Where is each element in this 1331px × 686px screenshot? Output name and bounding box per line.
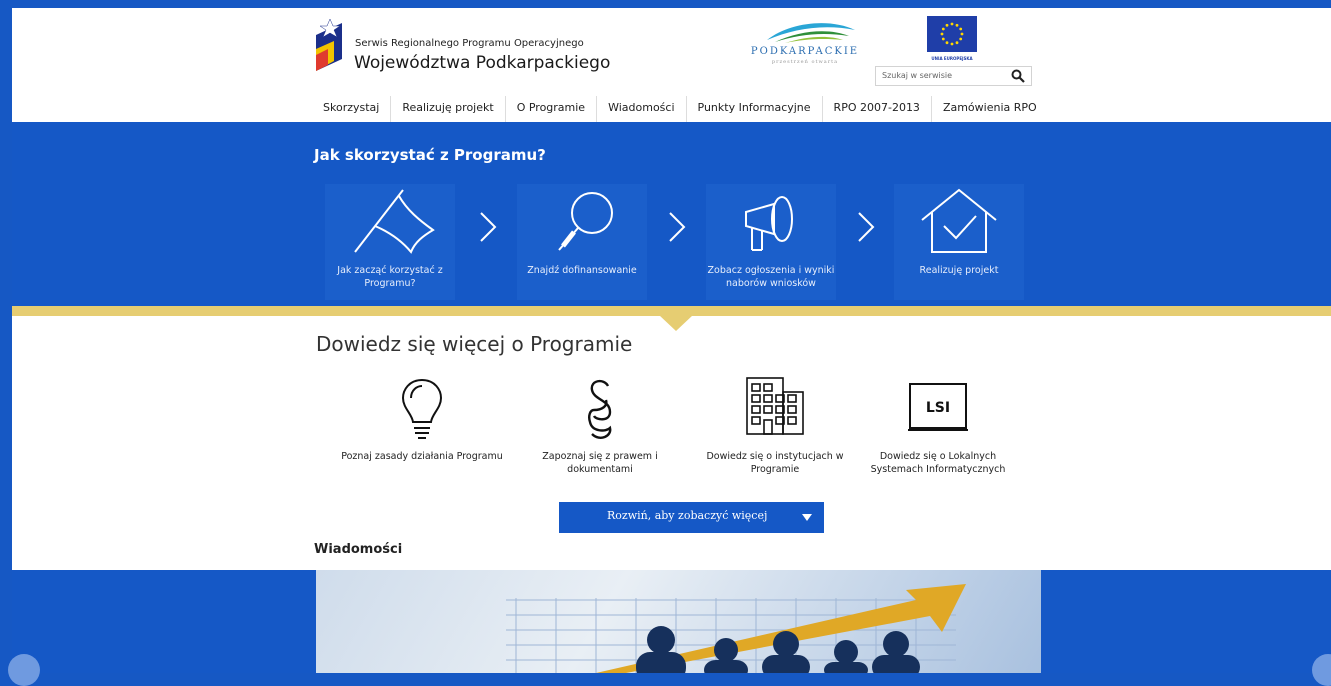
how-to-use-section: Jak skorzystać z Programu? Jak zacząć ko… [12, 122, 1331, 306]
main-nav: Skorzystaj Realizuję projekt O Programie… [312, 96, 1048, 124]
flag-icon [354, 189, 435, 254]
learn-item-lsi[interactable]: LSI Dowiedz się o Lokalnych Systemach In… [853, 376, 1023, 486]
paragraph-icon [588, 379, 612, 439]
nav-item-punkty-informacyjne[interactable]: Punkty Informacyjne [685, 96, 822, 124]
learn-more-title: Dowiedz się więcej o Programie [316, 332, 633, 356]
nav-item-zamowienia-rpo[interactable]: Zamówienia RPO [930, 96, 1048, 124]
step-label: Znajdź dofinansowanie [527, 265, 637, 276]
nav-item-o-programie[interactable]: O Programie [504, 96, 596, 124]
eu-funds-logo-icon [316, 18, 342, 71]
magnifier-icon [558, 192, 613, 251]
step-label: Jak zacząć korzystać z Programu? [337, 265, 443, 289]
chevron-right-icon [480, 212, 497, 242]
podkarpackie-name: PODKARPACKIE [750, 46, 860, 57]
step-label: Realizuję projekt [919, 265, 999, 276]
eu-label: UNIA EUROPEJSKA [931, 56, 973, 61]
podkarpackie-tagline: przestrzeń otwarta [771, 59, 839, 65]
learn-item-law[interactable]: Zapoznaj się z prawem i dokumentami [515, 376, 685, 486]
search-placeholder: Szukaj w serwisie [882, 71, 953, 80]
page: Serwis Regionalnego Programu Operacyjneg… [12, 8, 1331, 673]
podkarpackie-logo[interactable]: PODKARPACKIE przestrzeń otwarta [745, 16, 865, 70]
learn-item-institutions[interactable]: Dowiedz się o instytucjach w Programie [690, 376, 860, 486]
caret-down-icon [802, 514, 812, 521]
learn-label: Zapoznaj się z prawem i dokumentami [542, 451, 658, 475]
podkarpackie-swoosh-icon [767, 23, 855, 43]
expand-label: Rozwiń, aby zobaczyć więcej [607, 509, 768, 522]
nav-item-realizuje-projekt[interactable]: Realizuję projekt [390, 96, 504, 124]
eu-logo[interactable]: UNIA EUROPEJSKA [924, 16, 980, 72]
lightbulb-icon [401, 378, 443, 439]
slider-next-button[interactable] [1312, 654, 1331, 686]
nav-item-rpo-2007-2013[interactable]: RPO 2007-2013 [821, 96, 931, 124]
news-title: Wiadomości [314, 542, 403, 557]
pointer-triangle [659, 315, 693, 331]
eu-flag-icon [927, 16, 977, 52]
building-icon [746, 377, 804, 435]
step-label: Zobacz ogłoszenia i wyniki naborów wnios… [707, 265, 835, 289]
lsi-badge: LSI [925, 400, 951, 416]
step-card-announcements[interactable]: Zobacz ogłoszenia i wyniki naborów wnios… [706, 184, 836, 300]
expand-button[interactable]: Rozwiń, aby zobaczyć więcej [559, 502, 824, 533]
learn-label: Poznaj zasady działania Programu [341, 451, 503, 462]
learn-item-rules[interactable]: Poznaj zasady działania Programu [337, 376, 507, 486]
search-icon[interactable] [1011, 69, 1025, 83]
learn-label: Dowiedz się o Lokalnych Systemach Inform… [870, 451, 1006, 475]
search-input[interactable]: Szukaj w serwisie [875, 66, 1032, 86]
house-check-icon [921, 188, 997, 253]
megaphone-icon [745, 196, 793, 251]
news-slider [12, 570, 1331, 673]
nav-item-skorzystaj[interactable]: Skorzystaj [312, 96, 390, 124]
news-image[interactable] [316, 570, 1041, 673]
chevron-right-icon [858, 212, 875, 242]
section-title: Jak skorzystać z Programu? [314, 146, 546, 164]
step-card-find-funding[interactable]: Znajdź dofinansowanie [517, 184, 647, 300]
logo-subtitle: Serwis Regionalnego Programu Operacyjneg… [355, 38, 584, 49]
nav-item-wiadomosci[interactable]: Wiadomości [596, 96, 685, 124]
step-card-start[interactable]: Jak zacząć korzystać z Programu? [325, 184, 455, 300]
logo-title: Województwa Podkarpackiego [354, 53, 611, 73]
site-logo[interactable]: Serwis Regionalnego Programu Operacyjneg… [312, 15, 612, 85]
slider-prev-button[interactable] [8, 654, 40, 686]
step-card-realize-project[interactable]: Realizuję projekt [894, 184, 1024, 300]
business-growth-illustration [506, 584, 966, 673]
learn-label: Dowiedz się o instytucjach w Programie [706, 451, 844, 475]
chevron-right-icon [669, 212, 686, 242]
